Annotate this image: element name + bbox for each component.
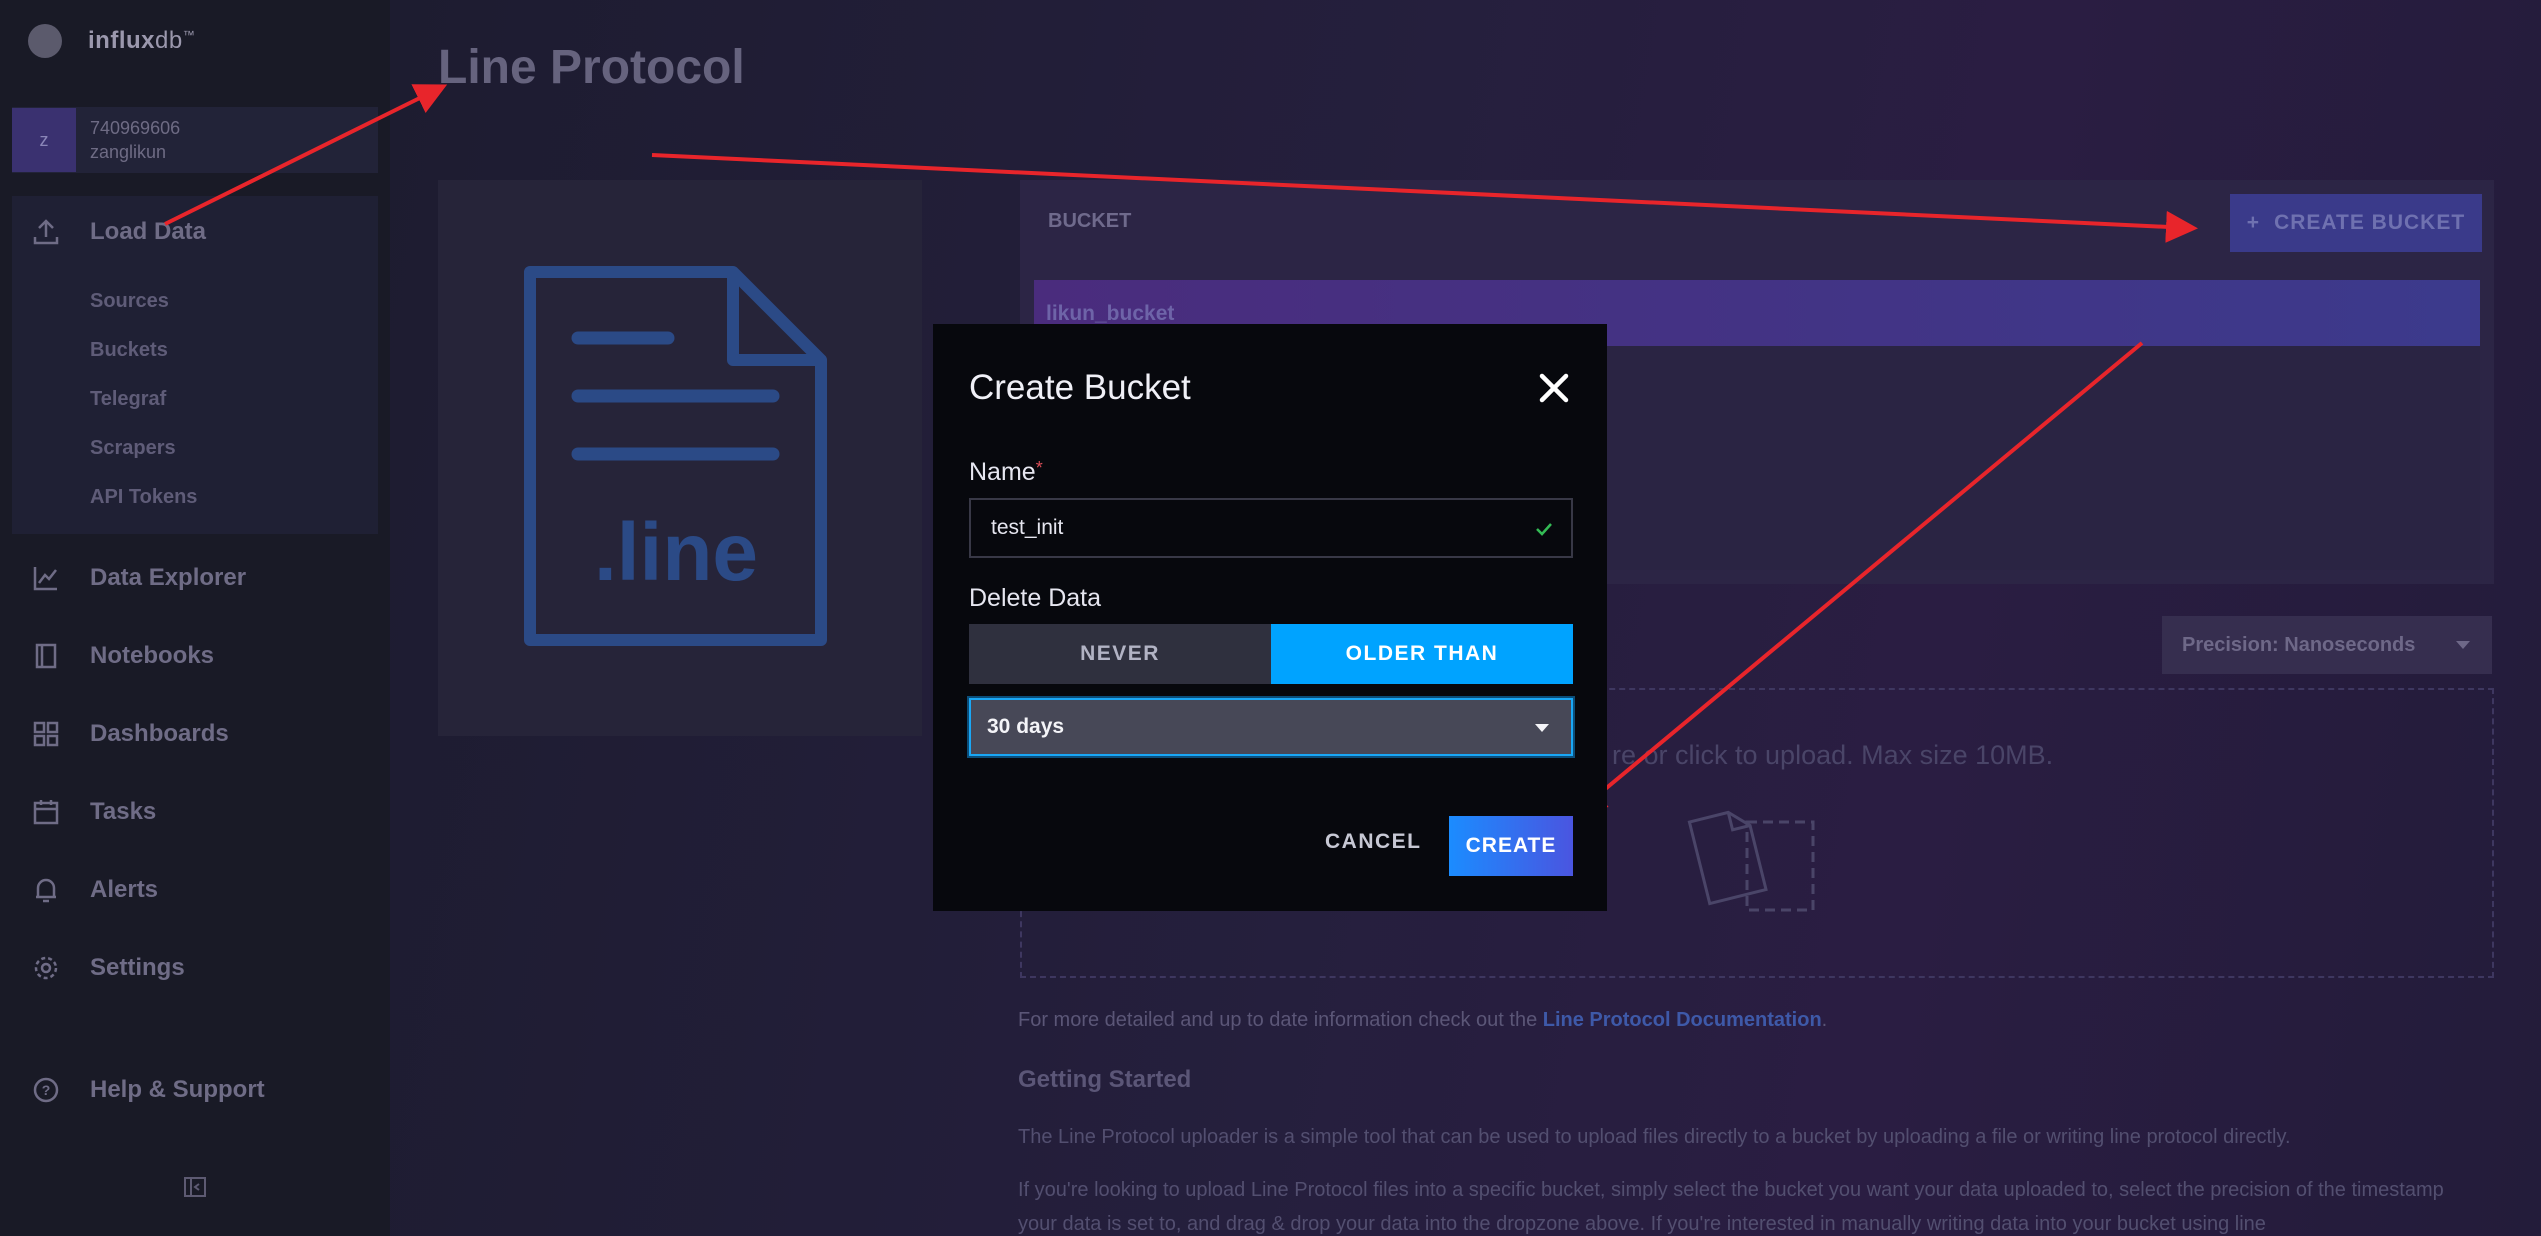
precision-dropdown[interactable]: Precision: Nanoseconds (2162, 616, 2492, 674)
sidebar-item-settings[interactable]: Settings (30, 952, 185, 984)
create-bucket-dialog: Create Bucket Name* test_init Delete Dat… (933, 324, 1607, 911)
precision-label: Precision: Nanoseconds (2182, 633, 2416, 656)
logo-tm: ™ (182, 28, 196, 42)
calendar-icon (30, 796, 62, 828)
docs-suffix: . (1821, 1009, 1828, 1031)
sidebar-subitem-sources[interactable]: Sources (90, 290, 169, 313)
file-type-panel: .line (438, 180, 922, 736)
page-title: Line Protocol (438, 41, 745, 94)
caret-down-icon (2456, 641, 2470, 649)
logo-text-bold: influx (88, 27, 155, 54)
org-user: zanglikun (90, 142, 167, 162)
file-drop-icon (1687, 810, 1815, 912)
sidebar-item-label: Dashboards (90, 720, 229, 747)
sidebar-item-notebooks[interactable]: Notebooks (30, 640, 214, 672)
avatar: z (12, 108, 76, 172)
collapse-sidebar-icon[interactable] (183, 1175, 207, 1199)
retention-value: 30 days (987, 715, 1065, 738)
gear-icon (30, 952, 62, 984)
line-file-icon: .line (524, 266, 827, 646)
dashboards-icon (30, 718, 62, 750)
sidebar-item-label: Load Data (90, 218, 207, 245)
cancel-button[interactable]: CANCEL (1325, 830, 1422, 854)
name-label: Name* (969, 458, 1043, 487)
sidebar-subitem-scrapers[interactable]: Scrapers (90, 437, 176, 460)
docs-prefix: For more detailed and up to date informa… (1018, 1009, 1543, 1031)
influxdb-logo-icon (28, 24, 62, 58)
check-icon (1535, 520, 1553, 544)
plus-icon: + (2246, 211, 2261, 234)
file-icon-text: .line (594, 507, 758, 598)
delete-data-label: Delete Data (969, 584, 1102, 612)
never-button[interactable]: NEVER (969, 624, 1271, 684)
docs-link[interactable]: Line Protocol Documentation (1543, 1009, 1822, 1031)
sidebar-item-label: Tasks (90, 798, 157, 825)
chart-icon (30, 562, 62, 594)
sidebar-item-label: Settings (90, 954, 185, 981)
sidebar-item-dashboards[interactable]: Dashboards (30, 718, 229, 750)
bucket-name-value: test_init (991, 516, 1064, 539)
sidebar-item-help[interactable]: ? Help & Support (30, 1074, 265, 1106)
org-switcher[interactable]: z 740969606 zanglikun (12, 107, 378, 173)
create-bucket-label: CREATE BUCKET (2274, 211, 2466, 234)
sidebar-subitem-telegraf[interactable]: Telegraf (90, 388, 166, 411)
caret-down-icon (1535, 724, 1549, 732)
sidebar-item-label: Help & Support (90, 1076, 265, 1103)
sidebar-subitem-buckets[interactable]: Buckets (90, 339, 168, 362)
dropzone-text: re or click to upload. Max size 10MB. (1612, 740, 2054, 770)
create-bucket-button[interactable]: + CREATE BUCKET (2230, 194, 2482, 252)
sidebar-item-data-explorer[interactable]: Data Explorer (30, 562, 246, 594)
sidebar-item-label: Data Explorer (90, 564, 247, 591)
upload-icon (30, 216, 62, 248)
influxdb-logo[interactable]: influxdb™ (28, 24, 195, 58)
bell-icon (30, 874, 62, 906)
sidebar: influxdb™ z 740969606 zanglikun Load Dat… (0, 0, 390, 1236)
create-button[interactable]: CREATE (1449, 816, 1573, 876)
bucket-name-input[interactable]: test_init (969, 498, 1573, 558)
older-than-button[interactable]: OLDER THAN (1271, 624, 1573, 684)
sidebar-item-alerts[interactable]: Alerts (30, 874, 158, 906)
retention-dropdown[interactable]: 30 days (969, 698, 1573, 756)
notebook-icon (30, 640, 62, 672)
sidebar-item-load-data[interactable]: Load Data (30, 216, 206, 248)
sidebar-item-label: Alerts (90, 876, 159, 903)
paragraph-1: The Line Protocol uploader is a simple t… (1018, 1126, 2291, 1148)
help-icon: ? (30, 1074, 62, 1106)
name-label-text: Name (969, 458, 1036, 486)
sidebar-subitem-api-tokens[interactable]: API Tokens (90, 486, 197, 509)
sidebar-item-tasks[interactable]: Tasks (30, 796, 156, 828)
docs-line: For more detailed and up to date informa… (1018, 1009, 1827, 1032)
org-id: 740969606 (90, 118, 181, 138)
required-mark: * (1035, 458, 1043, 478)
dialog-title: Create Bucket (969, 368, 1191, 407)
bucket-label: BUCKET (1048, 210, 1132, 232)
getting-started-title: Getting Started (1018, 1066, 1192, 1093)
logo-text-rest: db (155, 27, 183, 54)
svg-text:?: ? (42, 1082, 51, 1098)
sidebar-item-label: Notebooks (90, 642, 215, 669)
close-icon[interactable] (1537, 371, 1571, 405)
retention-toggle: NEVER OLDER THAN (969, 624, 1573, 684)
paragraph-2: If you're looking to upload Line Protoco… (1018, 1179, 2444, 1235)
